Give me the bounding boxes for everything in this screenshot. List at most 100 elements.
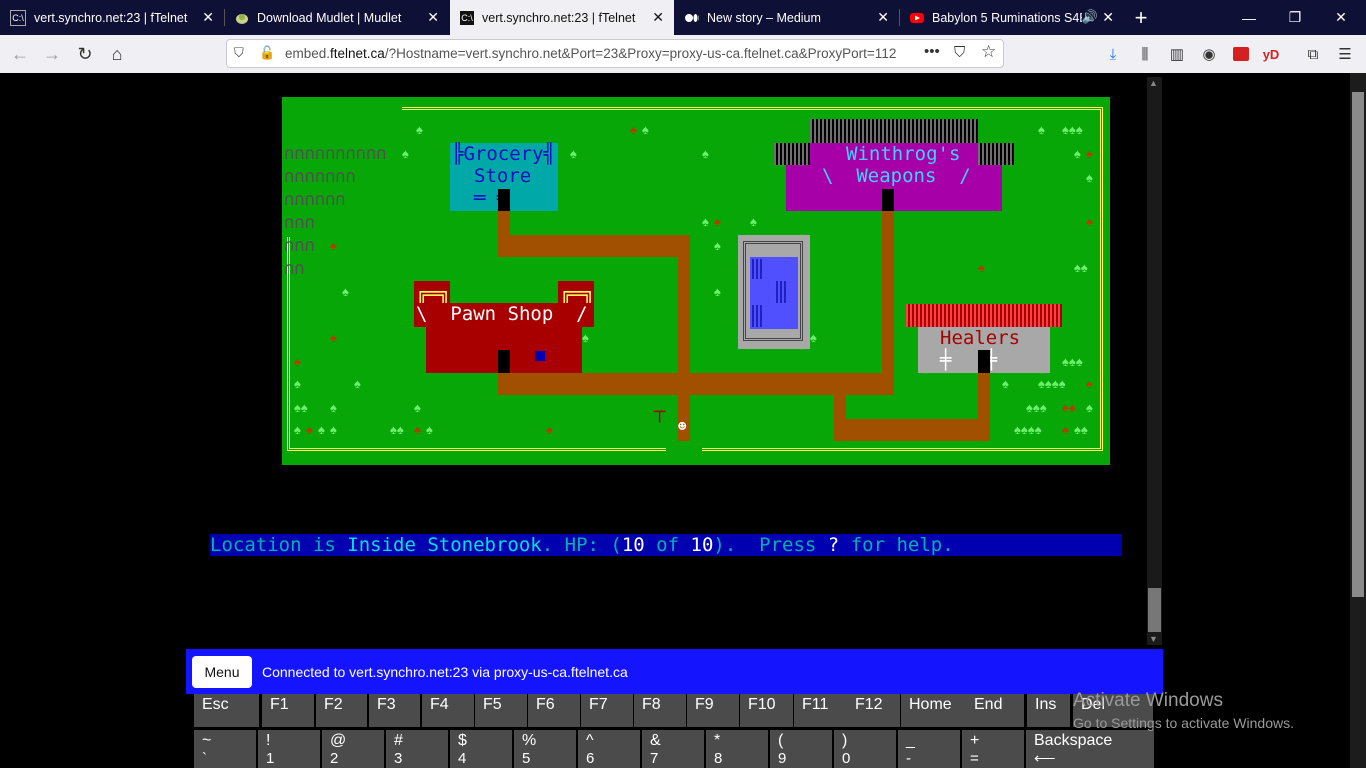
key-f4[interactable]: F4 xyxy=(422,694,474,727)
tree-icon: ♠ xyxy=(1002,376,1009,391)
close-icon[interactable]: ✕ xyxy=(427,9,439,26)
terminal-scrollbar[interactable] xyxy=(1147,77,1162,645)
sidebar-icon[interactable]: ▥ xyxy=(1166,43,1188,65)
tree-icon: ♠ xyxy=(714,284,721,299)
path-segment xyxy=(678,235,690,431)
url-bar[interactable]: ⛉ 🔓 embed.ftelnet.ca/?Hostname=vert.sync… xyxy=(226,39,1004,68)
key-9[interactable]: (9 xyxy=(770,730,832,768)
account-icon[interactable]: ◉ xyxy=(1198,43,1220,65)
key-6[interactable]: ^ 6 xyxy=(578,730,640,768)
key-backspace[interactable]: Backspace ⟵ xyxy=(1026,730,1154,768)
hamburger-menu-icon[interactable]: ☰ xyxy=(1334,43,1356,65)
close-window-button[interactable]: ✕ xyxy=(1318,0,1364,35)
bookmark-star-icon[interactable]: ☆ xyxy=(981,42,996,62)
tree-icon: ♠ xyxy=(1038,122,1045,137)
key-f11[interactable]: F11 xyxy=(794,694,847,727)
tree-icon: ♠ xyxy=(426,422,433,437)
close-icon[interactable]: ✕ xyxy=(1102,9,1114,26)
new-tab-button[interactable]: + xyxy=(1124,0,1158,35)
library-icon[interactable]: ⫼ xyxy=(1134,43,1156,65)
close-icon[interactable]: ✕ xyxy=(877,9,889,26)
key-f10[interactable]: F10 xyxy=(740,694,793,727)
key-upper-label: ~ xyxy=(202,732,212,749)
url-text[interactable]: embed.ftelnet.ca/?Hostname=vert.synchro.… xyxy=(285,46,905,61)
extension-red-icon[interactable] xyxy=(1230,43,1252,65)
key-lower-label: 6 xyxy=(586,750,595,767)
town-map: ∩∩∩∩∩∩∩∩∩∩ ∩∩∩∩∩∩∩ ∩∩∩∩∩∩ ∩∩∩ ∩∩∩ ∩∩ ╠Grocery… xyxy=(282,97,1110,465)
key-f6[interactable]: F6 xyxy=(528,694,580,727)
game-status-line: Location is Inside Stonebrook. HP: (10 o… xyxy=(210,534,1122,556)
pocket-icon[interactable]: ⛉ xyxy=(954,44,965,61)
tree-icon: ♠ xyxy=(414,422,421,437)
yd-extension-icon[interactable]: yD xyxy=(1260,43,1282,65)
speaker-icon[interactable]: 🔊 xyxy=(1082,9,1098,25)
key-8[interactable]: * 8 xyxy=(706,730,768,768)
healers-name: Healers xyxy=(940,327,1021,349)
tab-ftelnet-1[interactable]: C:\ vert.synchro.net:23 | fTelnet Em ✕ xyxy=(0,0,224,35)
tab-ftelnet-active[interactable]: C:\ vert.synchro.net:23 | fTelnet Em ✕ xyxy=(450,0,674,35)
tree-icon: ♠ xyxy=(702,214,709,229)
tab-youtube[interactable]: Babylon 5 Ruminations S4E 🔊 ✕ xyxy=(900,0,1124,35)
tab-title: Babylon 5 Ruminations S4E xyxy=(932,10,1082,25)
key-2[interactable]: @2 xyxy=(322,730,384,768)
insecure-lock-icon[interactable]: 🔓 xyxy=(259,45,275,61)
key-f8[interactable]: F8 xyxy=(634,694,686,727)
key-0[interactable]: ) 0 xyxy=(834,730,896,768)
key-=[interactable]: + = xyxy=(962,730,1024,768)
key-ins[interactable]: Ins xyxy=(1027,694,1070,727)
extensions-icon[interactable]: ⧉ xyxy=(1302,43,1324,65)
key-`[interactable]: ~ ` xyxy=(194,730,256,768)
weapons-door xyxy=(882,189,894,211)
page-scroll-thumb[interactable] xyxy=(1352,92,1364,597)
key-4[interactable]: $4 xyxy=(450,730,512,768)
key-lower-label: 3 xyxy=(394,750,403,767)
tree-icon: ♠♠ xyxy=(294,400,308,415)
minimize-button[interactable]: — xyxy=(1226,0,1272,35)
tree-icon: ♠ xyxy=(330,422,337,437)
pawn-door xyxy=(498,350,510,373)
grocery-store-name: ╠Grocery╣ xyxy=(452,143,555,165)
key-7[interactable]: & 7 xyxy=(642,730,704,768)
key--[interactable]: _ - xyxy=(898,730,960,768)
terminal-scroll-thumb[interactable] xyxy=(1148,588,1161,632)
tab-title: vert.synchro.net:23 | fTelnet Em xyxy=(34,10,189,25)
forward-button[interactable]: → xyxy=(38,40,66,68)
tree-icon: ♠♠ xyxy=(1074,422,1088,437)
key-1[interactable]: ! 1 xyxy=(258,730,320,768)
key-3[interactable]: #3 xyxy=(386,730,448,768)
scroll-up-icon[interactable]: ▲ xyxy=(1149,78,1158,88)
key-f1[interactable]: F1 xyxy=(262,694,314,727)
close-icon[interactable]: ✕ xyxy=(202,9,214,26)
key-f7[interactable]: F7 xyxy=(581,694,633,727)
key-f12[interactable]: F12 xyxy=(847,694,900,727)
key-f5[interactable]: F5 xyxy=(475,694,527,727)
reload-button[interactable]: ↻ xyxy=(71,40,99,68)
back-button[interactable]: ← xyxy=(6,40,34,68)
key-f9[interactable]: F9 xyxy=(687,694,739,727)
player-icon: ☻ xyxy=(678,419,687,435)
menu-button[interactable]: Menu xyxy=(192,656,252,688)
tree-icon: ♠ xyxy=(750,214,757,229)
key-f3[interactable]: F3 xyxy=(369,694,420,727)
shield-icon[interactable]: ⛉ xyxy=(234,45,244,61)
key-upper-label: # xyxy=(394,732,403,749)
close-icon[interactable]: ✕ xyxy=(652,9,664,26)
restore-button[interactable]: ❐ xyxy=(1272,0,1318,35)
tree-icon: ♠ xyxy=(810,330,817,345)
tab-medium[interactable]: New story – Medium ✕ xyxy=(675,0,899,35)
key-5[interactable]: % 5 xyxy=(514,730,576,768)
key-esc[interactable]: Esc xyxy=(194,694,259,727)
scroll-down-icon[interactable]: ▼ xyxy=(1149,634,1158,644)
key-lower-label: 7 xyxy=(650,750,659,767)
pawn-tower-left-trim: ╔═╗ xyxy=(416,283,451,305)
more-icon[interactable]: ••• xyxy=(924,43,940,60)
key-end[interactable]: End xyxy=(966,694,1024,727)
tab-mudlet[interactable]: Download Mudlet | Mudlet ✕ xyxy=(225,0,449,35)
pawn-shop-name: \ Pawn Shop / xyxy=(416,303,588,325)
pawn-window xyxy=(535,351,545,361)
tree-icon: ♠ xyxy=(330,400,337,415)
home-button[interactable]: ⌂ xyxy=(103,40,131,68)
key-upper-label: @ xyxy=(330,732,347,749)
key-f2[interactable]: F2 xyxy=(316,694,367,727)
download-icon[interactable]: ⤓ xyxy=(1102,43,1124,65)
